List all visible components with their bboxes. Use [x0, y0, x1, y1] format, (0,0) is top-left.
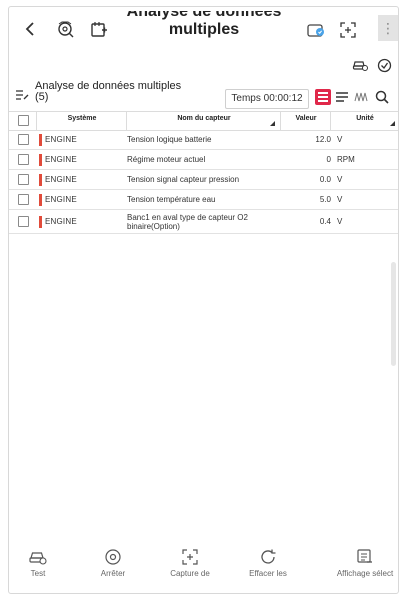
system-marker [39, 215, 42, 228]
display-select-label: Affichage sélect [336, 569, 394, 578]
row-system: ENGINE [39, 130, 77, 149]
col-value[interactable]: Valeur [280, 112, 331, 130]
toolbar: Analyse de données multiples (5) Temps 0… [9, 81, 398, 111]
scrollbar[interactable] [391, 262, 396, 366]
bottom-action-bar: Test Arrêter Capture de Effacer les Affi… [9, 545, 398, 593]
row-unit: RPM [337, 155, 355, 164]
col-unit-label: Unité [356, 115, 374, 122]
row-value: 0 [326, 155, 331, 164]
page-title: Analyse de données multiples [126, 11, 282, 38]
select-all-checkbox[interactable] [18, 115, 29, 126]
row-sensor: Tension signal capteur pression [127, 175, 240, 184]
toolbar-title-text: Analyse de données multiples [35, 80, 182, 92]
stop-button[interactable]: Arrêter [78, 545, 148, 578]
row-sensor: Régime moteur actuel [127, 155, 206, 164]
table-row[interactable]: ENGINE Tension logique batterie 12.0 V [9, 130, 398, 150]
table-row[interactable]: ENGINE Tension signal capteur pression 0… [9, 170, 398, 190]
search-icon[interactable] [373, 88, 391, 106]
row-value: 5.0 [319, 195, 331, 204]
system-marker [39, 173, 42, 186]
edit-list-icon[interactable] [14, 87, 30, 103]
row-unit: V [337, 135, 343, 144]
capture-label: Capture de [170, 569, 210, 578]
table-row[interactable]: ENGINE Banc1 en aval type de capteur O2 … [9, 210, 398, 234]
row-checkbox[interactable] [18, 194, 29, 205]
back-icon[interactable] [23, 21, 37, 37]
sort-icon [390, 121, 395, 126]
col-unit[interactable]: Unité [330, 112, 398, 130]
refresh-clear-icon [259, 545, 277, 569]
text-view-icon[interactable] [335, 89, 349, 105]
display-select-button[interactable]: Affichage sélect [330, 545, 398, 578]
capture-icon [181, 545, 199, 569]
system-marker [39, 133, 42, 146]
row-unit: V [337, 175, 343, 184]
col-sensor-label: Nom du capteur [177, 115, 231, 122]
test-button[interactable]: Test [9, 545, 73, 578]
stop-icon [104, 545, 122, 569]
clear-label: Effacer les [249, 569, 287, 578]
clear-button[interactable]: Effacer les [233, 545, 303, 578]
car-settings-icon[interactable] [351, 57, 369, 73]
toolbar-title: Analyse de données multiples (5) [35, 81, 181, 103]
vehicle-search-icon[interactable] [55, 19, 75, 39]
row-system: ENGINE [39, 210, 77, 233]
col-sensor[interactable]: Nom du capteur [126, 112, 281, 130]
vci-connect-icon[interactable] [305, 21, 327, 39]
table-row[interactable]: ENGINE Tension température eau 5.0 V [9, 190, 398, 210]
col-system[interactable]: Système [36, 112, 127, 130]
row-sensor: Tension température eau [127, 195, 216, 204]
row-system: ENGINE [39, 170, 77, 189]
toolbar-count: (5) [35, 91, 49, 103]
row-system: ENGINE [39, 190, 77, 209]
table-row[interactable]: ENGINE Régime moteur actuel 0 RPM [9, 150, 398, 170]
list-view-icon[interactable] [315, 89, 331, 105]
row-value: 0.0 [319, 175, 331, 184]
display-select-icon [356, 545, 374, 569]
row-sensor: Banc1 en aval type de capteur O2 binaire… [127, 212, 248, 231]
document-add-icon[interactable] [89, 19, 109, 39]
row-checkbox[interactable] [18, 174, 29, 185]
table-header: Système Nom du capteur Valeur Unité [9, 111, 398, 131]
sort-icon [270, 121, 275, 126]
row-checkbox[interactable] [18, 216, 29, 227]
row-unit: V [337, 195, 343, 204]
header: Analyse de données multiples ⋮ [9, 7, 398, 55]
capture-button[interactable]: Capture de [155, 545, 225, 578]
system-marker [39, 193, 42, 206]
app-window: Analyse de données multiples ⋮ Analyse d… [8, 6, 399, 594]
row-checkbox[interactable] [18, 134, 29, 145]
row-system: ENGINE [39, 150, 77, 169]
graph-view-icon[interactable] [353, 89, 369, 105]
system-marker [39, 153, 42, 166]
row-sensor: Tension logique batterie [127, 135, 212, 144]
elapsed-time: Temps 00:00:12 [225, 89, 309, 109]
test-label: Test [30, 569, 46, 578]
car-test-icon [28, 545, 48, 569]
record-icon[interactable] [375, 57, 393, 73]
screen-capture-icon[interactable] [339, 21, 357, 39]
row-value: 12.0 [315, 135, 331, 144]
stop-label: Arrêter [100, 569, 126, 578]
row-unit: V [337, 217, 343, 226]
more-menu-icon[interactable]: ⋮ [378, 15, 398, 41]
row-value: 0.4 [319, 217, 331, 226]
row-checkbox[interactable] [18, 154, 29, 165]
